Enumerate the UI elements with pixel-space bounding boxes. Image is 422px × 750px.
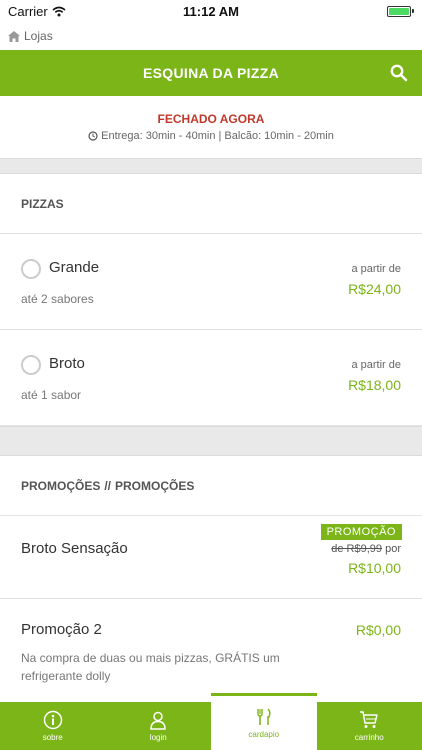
item-name: Promoção 2 <box>21 621 102 638</box>
cutlery-icon <box>257 708 271 725</box>
delivery-times-text: Entrega: 30min - 40min | Balcão: 10min -… <box>101 130 334 142</box>
item-price: R$10,00 <box>348 560 401 576</box>
promo-title-separator: // <box>104 478 112 493</box>
item-name: Grande <box>49 259 100 276</box>
item-name: Broto Sensação <box>21 540 128 557</box>
promo-badge: PROMOÇÃO <box>320 524 402 540</box>
tab-sobre[interactable]: sobre <box>0 702 106 750</box>
tab-label: cardapio <box>248 730 280 739</box>
old-price-por: por <box>385 543 401 555</box>
item-price: R$0,00 <box>355 622 401 638</box>
section-divider <box>0 426 422 456</box>
item-description: até 1 sabor <box>21 388 82 402</box>
radio-button[interactable] <box>21 355 41 375</box>
home-icon <box>8 30 20 42</box>
tab-carrinho[interactable]: carrinho <box>317 702 422 750</box>
delivery-times: Entrega: 30min - 40min | Balcão: 10min -… <box>88 130 334 142</box>
status-bar: Carrier 11:12 AM <box>0 0 422 22</box>
cart-icon <box>360 711 378 728</box>
section-title-pizzas: PIZZAS <box>0 174 422 234</box>
promo-title-a: PROMOÇÕES <box>21 478 101 493</box>
tab-bar: sobre login cardapio carrinho <box>0 693 422 750</box>
carrier: Carrier <box>8 4 66 19</box>
carrier-label: Carrier <box>8 3 48 19</box>
closed-status: FECHADO AGORA <box>157 112 265 126</box>
app-header: ESQUINA DA PIZZA <box>0 50 422 96</box>
store-status: FECHADO AGORA Entrega: 30min - 40min | B… <box>0 96 422 158</box>
tab-label: sobre <box>42 733 63 742</box>
promo-title-b: PROMOÇÕES <box>115 478 195 493</box>
back-label: Lojas <box>24 29 53 43</box>
info-icon <box>43 710 62 730</box>
tab-label: carrinho <box>354 733 384 742</box>
user-icon <box>150 711 167 730</box>
radio-button[interactable] <box>21 259 41 279</box>
menu-item-broto[interactable]: Broto até 1 sabor a partir de R$18,00 <box>0 330 422 426</box>
price-from-label: a partir de <box>351 359 401 371</box>
price-from-label: a partir de <box>351 263 401 275</box>
tab-login[interactable]: login <box>106 702 212 750</box>
item-description: Na compra de duas ou mais pizzas, GRÁTIS… <box>21 651 280 683</box>
search-icon[interactable] <box>390 64 408 82</box>
item-price: R$18,00 <box>348 377 401 393</box>
battery-icon <box>387 5 414 17</box>
tab-label: login <box>149 733 167 742</box>
old-price: de R$9,99 por <box>331 543 401 555</box>
promo-item-promocao-2[interactable]: Promoção 2 R$0,00 Na compra de duas ou m… <box>0 599 422 699</box>
section-title-promos: PROMOÇÕES // PROMOÇÕES <box>0 456 422 516</box>
store-title: ESQUINA DA PIZZA <box>143 65 279 81</box>
section-divider <box>0 158 422 174</box>
clock-icon <box>88 131 98 141</box>
item-description: até 2 sabores <box>21 292 94 306</box>
wifi-icon <box>52 6 66 16</box>
item-price: R$24,00 <box>348 281 401 297</box>
promo-item-broto-sensacao[interactable]: Broto Sensação PROMOÇÃO de R$9,99 por R$… <box>0 516 422 599</box>
item-name: Broto <box>49 355 85 372</box>
old-price-value: de R$9,99 <box>331 543 383 555</box>
tab-cardapio[interactable]: cardapio <box>211 693 317 750</box>
back-link[interactable]: Lojas <box>0 22 422 50</box>
menu-item-grande[interactable]: Grande até 2 sabores a partir de R$24,00 <box>0 234 422 330</box>
